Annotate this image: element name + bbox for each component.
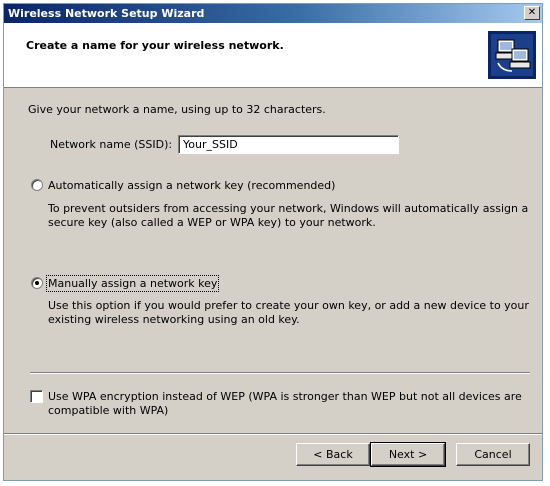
separator-line (30, 372, 530, 374)
manual-key-desc-line1: Use this option if you would prefer to c… (48, 299, 529, 312)
close-icon: ✕ (527, 7, 537, 18)
cancel-button-label: Cancel (474, 448, 512, 461)
back-button[interactable]: < Back (296, 443, 370, 466)
wpa-label-line1[interactable]: Use WPA encryption instead of WEP (WPA i… (48, 390, 522, 404)
ssid-value: Your_SSID (183, 138, 238, 151)
network-computers-icon (488, 31, 536, 79)
ssid-label: Network name (SSID): (50, 138, 173, 151)
auto-key-label[interactable]: Automatically assign a network key (reco… (48, 179, 335, 192)
wpa-checkbox[interactable] (30, 390, 43, 403)
close-button[interactable]: ✕ (524, 6, 540, 20)
manual-key-desc-line2: existing wireless networking using an ol… (48, 313, 300, 326)
cancel-button[interactable]: Cancel (456, 443, 530, 466)
wpa-label-line2[interactable]: compatible with WPA) (48, 404, 168, 418)
ssid-input[interactable]: Your_SSID (178, 135, 399, 154)
auto-key-desc-line1: To prevent outsiders from accessing your… (48, 202, 529, 215)
auto-key-radio[interactable] (31, 179, 43, 191)
auto-key-desc-line2: secure key (also called a WEP or WPA key… (48, 216, 376, 229)
manual-key-label[interactable]: Manually assign a network key (45, 275, 220, 292)
page-title: Create a name for your wireless network. (26, 39, 284, 52)
intro-text: Give your network a name, using up to 32… (28, 103, 326, 116)
manual-key-radio[interactable] (31, 277, 43, 289)
next-button[interactable]: Next > (370, 442, 446, 467)
next-button-label: Next > (388, 448, 428, 461)
radio-selected-dot (35, 281, 39, 285)
footer-separator (4, 433, 542, 435)
wizard-window: Wireless Network Setup Wizard ✕ Create a… (3, 3, 543, 481)
back-button-label: < Back (313, 448, 353, 461)
wizard-header: Create a name for your wireless network. (4, 23, 542, 88)
title-bar: Wireless Network Setup Wizard ✕ (4, 4, 542, 23)
window-title: Wireless Network Setup Wizard (8, 7, 205, 20)
